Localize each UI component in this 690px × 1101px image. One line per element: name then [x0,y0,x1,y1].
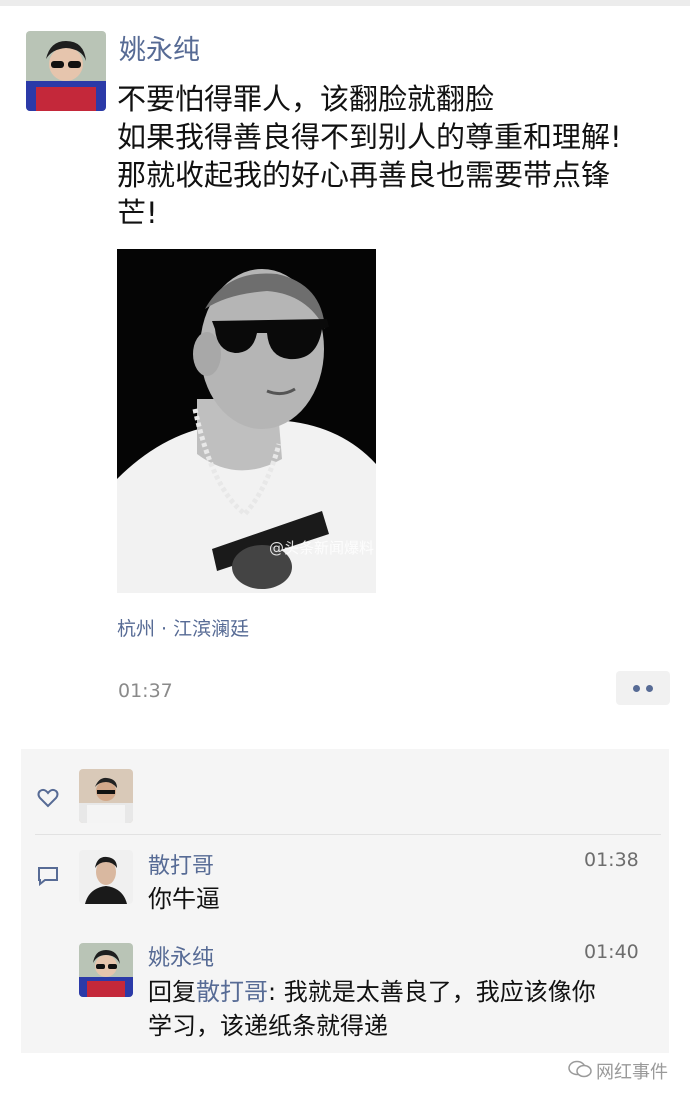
post-photo[interactable]: @头条新闻爆料 [117,249,376,593]
commenter-avatar[interactable] [79,850,133,904]
post-text-line: 如果我得善良得不到别人的尊重和理解! [117,120,622,154]
post-text: 不要怕得罪人，该翻脸就翻脸 如果我得善良得不到别人的尊重和理解! 那就收起我的好… [117,80,657,232]
comments-panel: 散打哥 01:38 你牛逼 姚永纯 01:40 回复散打哥: 我就是太善良了，我… [21,749,669,1053]
poster-name[interactable]: 姚永纯 [119,33,200,69]
post-time: 01:37 [118,680,173,702]
comment-bubble-icon [37,866,59,890]
comment-text-part: : 我就是太善良了，我应该像你 [268,978,596,1006]
reply-to-name[interactable]: 散打哥 [196,978,268,1006]
likes-row [21,749,669,835]
watermark-text: 网红事件 [596,1062,668,1083]
top-edge [0,0,690,6]
comment-text: 回复散打哥: 我就是太善良了，我应该像你 [148,975,596,1009]
heart-icon [37,788,59,812]
post-text-line: 那就收起我的好心再善良也需要带点锋 [117,158,611,192]
divider [35,834,661,835]
comment-author[interactable]: 散打哥 [148,848,214,880]
post-text-line: 不要怕得罪人，该翻脸就翻脸 [117,82,495,116]
comment-text: 你牛逼 [148,885,220,913]
comment-author[interactable]: 姚永纯 [148,940,214,972]
poster-avatar[interactable] [26,31,106,111]
wechat-logo-icon [568,1060,592,1083]
reply-prefix: 回复 [148,978,196,1006]
comment-time: 01:38 [584,849,639,871]
commenter-avatar[interactable] [79,943,133,997]
comment-text-line2: 学习，该递纸条就得递 [148,1012,388,1040]
post-text-line: 芒! [117,196,158,230]
comment-time: 01:40 [584,941,639,963]
location-link[interactable]: 杭州 · 江滨澜廷 [117,614,249,641]
source-watermark: 网红事件 [568,1058,688,1084]
liker-avatar[interactable] [79,769,133,823]
more-button[interactable] [616,671,670,705]
image-watermark: @头条新闻爆料 [269,539,375,557]
